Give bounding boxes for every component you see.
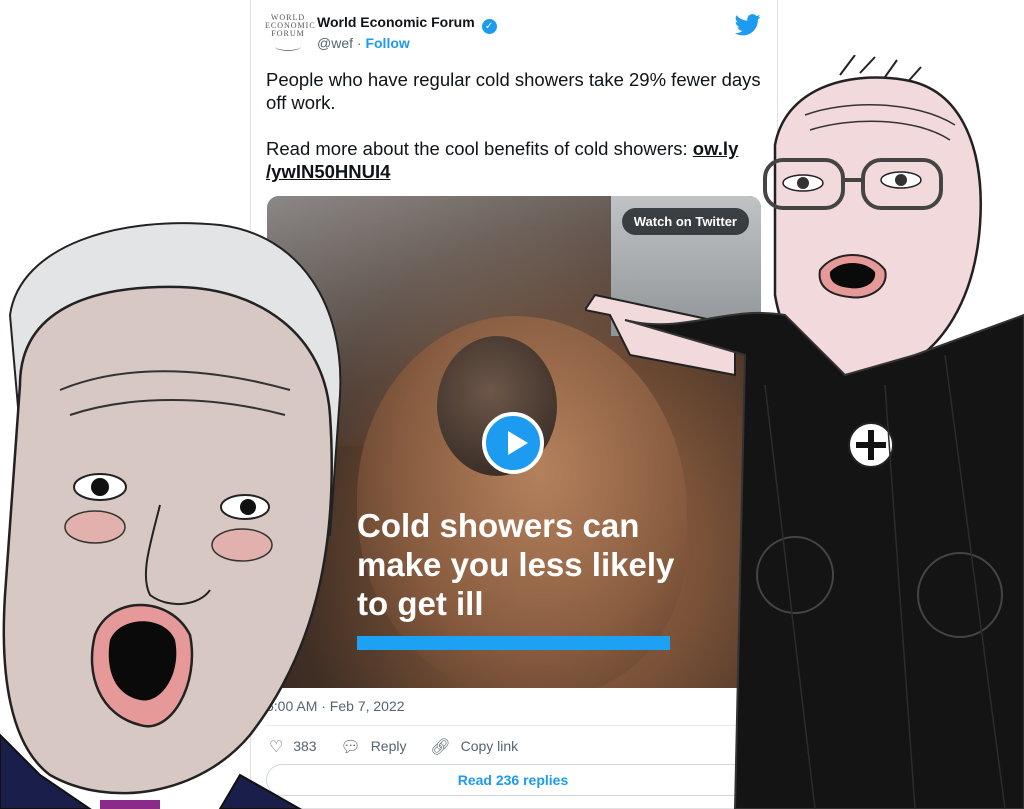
wef-logo[interactable]: WORLD ECONOMIC FORUM (265, 14, 315, 51)
follow-button[interactable]: Follow (365, 35, 409, 51)
author-row: World Economic Forum ✓ (317, 14, 497, 34)
link-icon: 🔗︎ (430, 739, 451, 756)
handle-row: @wef · Follow (317, 35, 410, 51)
separator: · (356, 35, 362, 51)
copy-link-label: Copy link (460, 738, 519, 754)
tweet-header: WORLD ECONOMIC FORUM World Economic Foru… (265, 8, 763, 56)
right-cartoon-figure (585, 55, 1024, 809)
play-icon[interactable] (482, 412, 544, 474)
verified-badge-icon: ✓ (481, 19, 497, 34)
copy-link-button[interactable]: 🔗︎ Copy link (430, 737, 518, 757)
logo-arc (275, 42, 301, 51)
reply-label: Reply (370, 738, 407, 754)
author-name[interactable]: World Economic Forum (317, 14, 475, 30)
twitter-bird-icon[interactable] (735, 14, 761, 36)
logo-line: FORUM (271, 29, 305, 38)
left-cartoon-figure (0, 222, 342, 809)
author-handle[interactable]: @wef (317, 35, 353, 51)
reply-button[interactable]: 💬︎ Reply (340, 737, 406, 757)
